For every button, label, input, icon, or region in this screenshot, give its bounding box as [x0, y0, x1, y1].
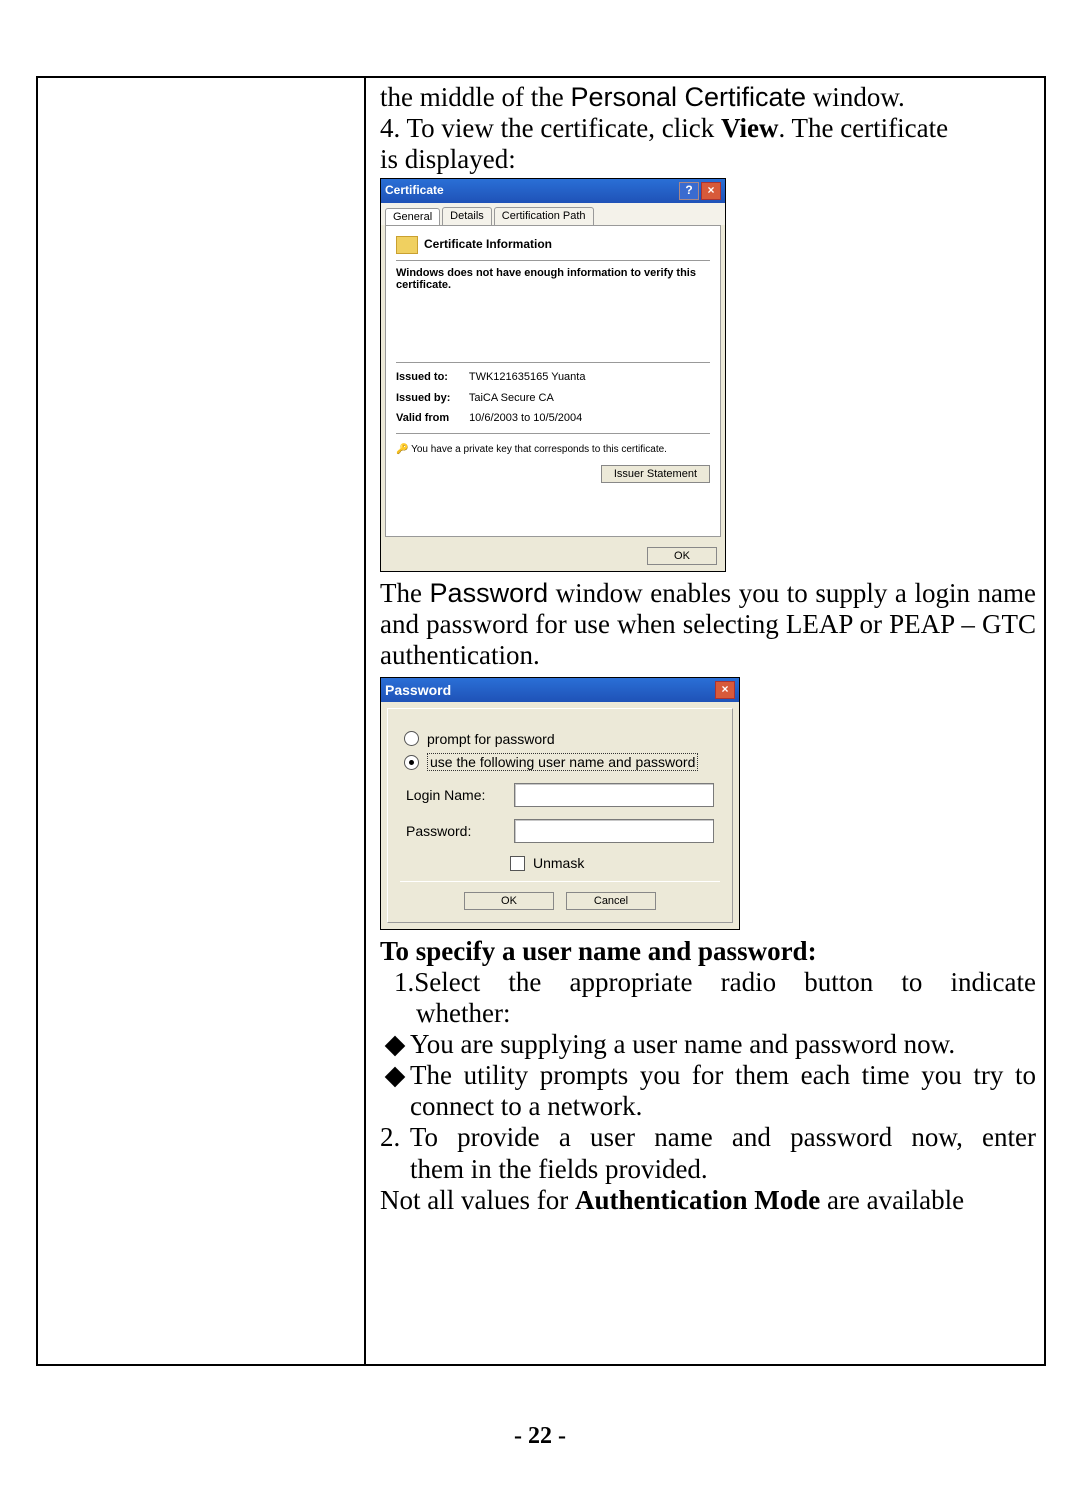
- cancel-button[interactable]: Cancel: [566, 892, 656, 910]
- certificate-details: Issued to: TWK121635165 Yuanta Issued by…: [396, 362, 710, 483]
- password-paragraph: The Password window enables you to suppl…: [380, 578, 1036, 671]
- divider: [396, 362, 710, 363]
- text: . The certificate: [778, 113, 948, 143]
- bullet-2: ◆ The utility prompts you for them each …: [380, 1060, 1036, 1122]
- divider: [396, 433, 710, 434]
- step-4-line1: 4. To view the certificate, click View. …: [380, 113, 1036, 144]
- titlebar[interactable]: Password ×: [381, 678, 739, 702]
- password-label: Password:: [406, 823, 506, 839]
- valid-from-value: 10/6/2003 to 10/5/2004: [469, 412, 582, 424]
- table-right-column: the middle of the Personal Certificate w…: [368, 78, 1044, 1364]
- certificate-info-heading: Certificate Information: [396, 236, 710, 254]
- login-name-label: Login Name:: [406, 787, 506, 803]
- tab-details[interactable]: Details: [442, 207, 492, 225]
- private-key-note: You have a private key that corresponds …: [396, 444, 710, 456]
- table-left-column: [38, 78, 366, 1364]
- issuer-statement-button[interactable]: Issuer Statement: [601, 465, 710, 483]
- tab-certification-path[interactable]: Certification Path: [494, 207, 594, 225]
- text: Not all values for: [380, 1185, 575, 1215]
- to-specify-heading: To specify a user name and password:: [380, 936, 1036, 967]
- close-icon[interactable]: ×: [701, 182, 721, 200]
- bullet-icon: ◆: [380, 1060, 410, 1122]
- window-title: Password: [385, 682, 713, 698]
- close-icon[interactable]: ×: [715, 681, 735, 699]
- password-dialog: Password × prompt for password use the f…: [380, 677, 740, 930]
- radio-prompt-for-password[interactable]: prompt for password: [404, 731, 716, 747]
- issued-by-label: Issued by:: [396, 392, 466, 405]
- certificate-dialog: Certificate ? × General Details Certific…: [380, 178, 726, 572]
- text: the middle of the: [380, 82, 570, 112]
- text: window.: [806, 82, 905, 112]
- ok-button[interactable]: OK: [647, 547, 717, 565]
- issued-to-value: TWK121635165 Yuanta: [469, 371, 586, 383]
- unmask-label: Unmask: [533, 855, 584, 871]
- bullet-text: The utility prompts you for them each ti…: [410, 1060, 1036, 1122]
- radio-use-following[interactable]: use the following user name and password: [404, 753, 716, 771]
- text: are available: [820, 1185, 964, 1215]
- step-2: 2. To provide a user name and password n…: [380, 1122, 1036, 1184]
- issued-by-value: TaiCA Secure CA: [469, 392, 554, 404]
- window-title: Certificate: [385, 184, 677, 198]
- text: The: [380, 578, 430, 608]
- text: Personal Certificate: [570, 82, 806, 112]
- bullet-text: You are supplying a user name and passwo…: [410, 1029, 1036, 1060]
- issued-to-label: Issued to:: [396, 371, 466, 384]
- certificate-warning: Windows does not have enough information…: [396, 267, 710, 292]
- tab-general[interactable]: General: [385, 208, 440, 226]
- radio-label: prompt for password: [427, 731, 555, 747]
- step-4-line2: is displayed:: [380, 144, 1036, 175]
- text: Authentication Mode: [575, 1185, 820, 1215]
- text: Password: [430, 578, 549, 608]
- password-input[interactable]: [514, 819, 714, 843]
- login-name-input[interactable]: [514, 783, 714, 807]
- divider: [396, 260, 710, 261]
- radio-icon[interactable]: [404, 755, 419, 770]
- note-line: Not all values for Authentication Mode a…: [380, 1185, 1036, 1216]
- tabs: General Details Certification Path: [381, 203, 725, 225]
- unmask-checkbox-row[interactable]: Unmask: [510, 855, 720, 871]
- text: 4. To view the certificate, click: [380, 113, 721, 143]
- intro-line: the middle of the Personal Certificate w…: [380, 82, 1036, 113]
- bullet-1: ◆ You are supplying a user name and pass…: [380, 1029, 1036, 1060]
- page-number: - 22 -: [0, 1423, 1080, 1450]
- dialog-body: prompt for password use the following us…: [387, 708, 733, 923]
- text: View: [721, 113, 778, 143]
- titlebar[interactable]: Certificate ? ×: [381, 179, 725, 203]
- page-outer-border: the middle of the Personal Certificate w…: [36, 76, 1046, 1366]
- ok-button[interactable]: OK: [464, 892, 554, 910]
- help-icon[interactable]: ?: [679, 182, 699, 200]
- radio-icon[interactable]: [404, 731, 419, 746]
- radio-label: use the following user name and password: [427, 753, 698, 771]
- bullet-icon: ◆: [380, 1029, 410, 1060]
- checkbox-icon[interactable]: [510, 856, 525, 871]
- step-1: 1.Select the appropriate radio button to…: [380, 967, 1036, 1029]
- valid-from-label: Valid from: [396, 412, 466, 425]
- tab-body: Certificate Information Windows does not…: [385, 225, 721, 537]
